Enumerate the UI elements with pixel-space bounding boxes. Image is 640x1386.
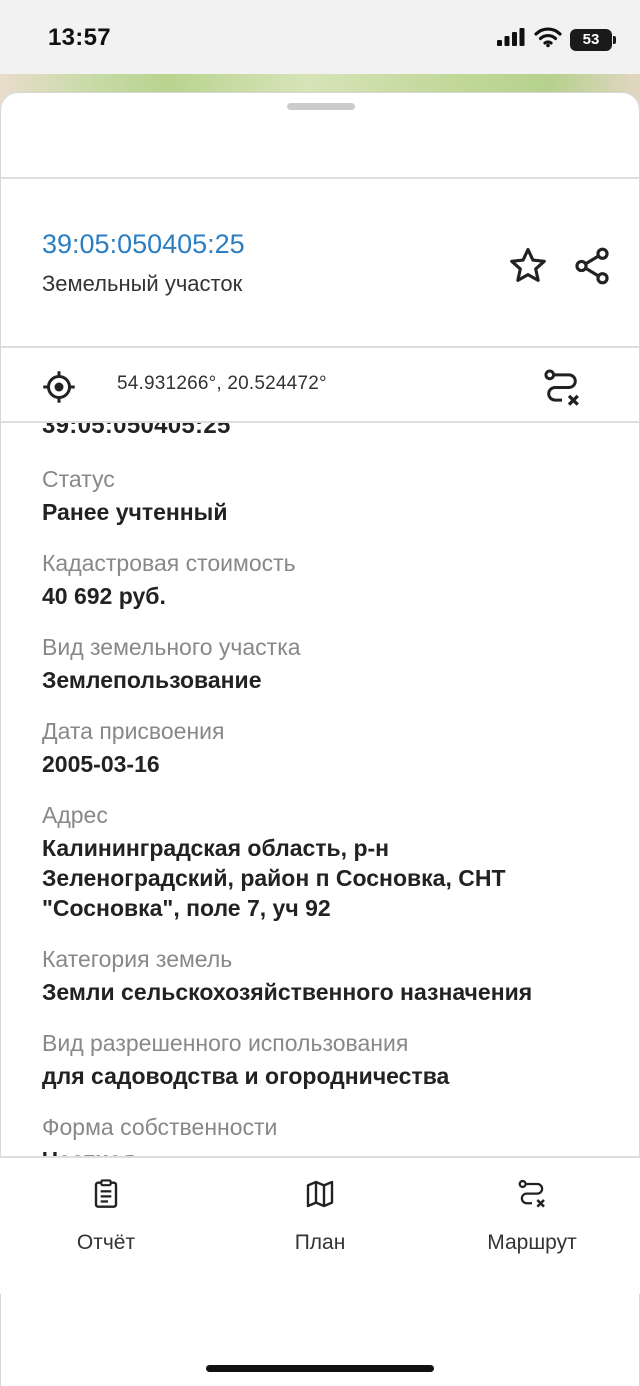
bottom-tab-bar: Отчёт План Маршрут bbox=[0, 1156, 640, 1294]
signal-icon bbox=[496, 27, 526, 52]
tab-route[interactable]: Маршрут bbox=[452, 1178, 612, 1255]
locate-icon[interactable] bbox=[39, 367, 79, 407]
field-land-category: Категория земель Земли сельскохозяйствен… bbox=[42, 943, 612, 1007]
field-value: 40 692 руб. bbox=[42, 583, 166, 609]
field-value: Ранее учтенный bbox=[42, 499, 228, 525]
details-content: 39:05:050405:25 Статус Ранее учтенный Ка… bbox=[42, 423, 612, 1175]
details-list[interactable]: 39:05:050405:25 Статус Ранее учтенный Ка… bbox=[1, 423, 639, 1249]
field-value: Земли сельскохозяйственного назначения bbox=[42, 979, 533, 1005]
coordinates-bar: 54.931266°, 20.524472° bbox=[1, 349, 639, 423]
field-label: Категория земель bbox=[42, 946, 233, 972]
field-label: Форма собственности bbox=[42, 1114, 278, 1140]
field-value: Землепользование bbox=[42, 667, 262, 693]
tab-label: Отчёт bbox=[76, 1231, 136, 1254]
route-icon bbox=[516, 1178, 548, 1215]
field-label: Кадастровая стоимость bbox=[42, 550, 296, 576]
field-label: Вид разрешенного использования bbox=[42, 1030, 409, 1056]
tab-label: План bbox=[294, 1231, 346, 1254]
star-icon[interactable] bbox=[505, 243, 551, 289]
field-label: Дата присвоения bbox=[42, 718, 225, 744]
object-type: Земельный участок bbox=[42, 271, 243, 296]
divider bbox=[0, 1156, 640, 1158]
field-permitted-use: Вид разрешенного использования для садов… bbox=[42, 1027, 612, 1091]
object-header: 39:05:050405:25 Земельный участок bbox=[1, 179, 639, 347]
home-indicator[interactable] bbox=[206, 1365, 434, 1372]
route-clear-icon[interactable] bbox=[539, 365, 585, 411]
status-time: 13:57 bbox=[48, 24, 111, 51]
status-icons: 53 bbox=[496, 26, 616, 53]
status-bar: 13:57 53 bbox=[0, 0, 640, 76]
cadastral-number-link[interactable]: 39:05:050405:25 bbox=[42, 229, 245, 260]
address-line: Зеленоградский, район п Сосновка, СНТ bbox=[42, 865, 506, 891]
battery-icon: 53 bbox=[570, 28, 616, 51]
tab-label: Маршрут bbox=[487, 1231, 577, 1254]
coordinates-text[interactable]: 54.931266°, 20.524472° bbox=[117, 373, 327, 395]
field-status: Статус Ранее учтенный bbox=[42, 463, 612, 527]
map-icon bbox=[304, 1178, 336, 1215]
field-cadastral-value: Кадастровая стоимость 40 692 руб. bbox=[42, 547, 612, 611]
field-label: Адрес bbox=[42, 802, 108, 828]
field-label: Статус bbox=[42, 466, 115, 492]
address-line: "Сосновка", поле 7, уч 92 bbox=[42, 895, 331, 921]
divider bbox=[1, 346, 639, 348]
field-label: Вид земельного участка bbox=[42, 634, 301, 660]
wifi-icon bbox=[534, 26, 562, 53]
field-value: 2005-03-16 bbox=[42, 751, 160, 777]
field-value: для садоводства и огородничества bbox=[42, 1063, 450, 1089]
field-land-plot-kind: Вид земельного участка Землепользование bbox=[42, 631, 612, 695]
field-assignment-date: Дата присвоения 2005-03-16 bbox=[42, 715, 612, 779]
share-icon[interactable] bbox=[569, 243, 615, 289]
field-address: Адрес Калининградская область, р-н Зелен… bbox=[42, 799, 612, 923]
tab-plan[interactable]: План bbox=[240, 1178, 400, 1255]
address-line: Калининградская область, р-н bbox=[42, 835, 390, 861]
tab-report[interactable]: Отчёт bbox=[26, 1178, 186, 1255]
sheet-grabber[interactable] bbox=[287, 103, 355, 110]
details-cadastral-number: 39:05:050405:25 bbox=[42, 423, 231, 439]
report-icon bbox=[90, 1178, 122, 1215]
